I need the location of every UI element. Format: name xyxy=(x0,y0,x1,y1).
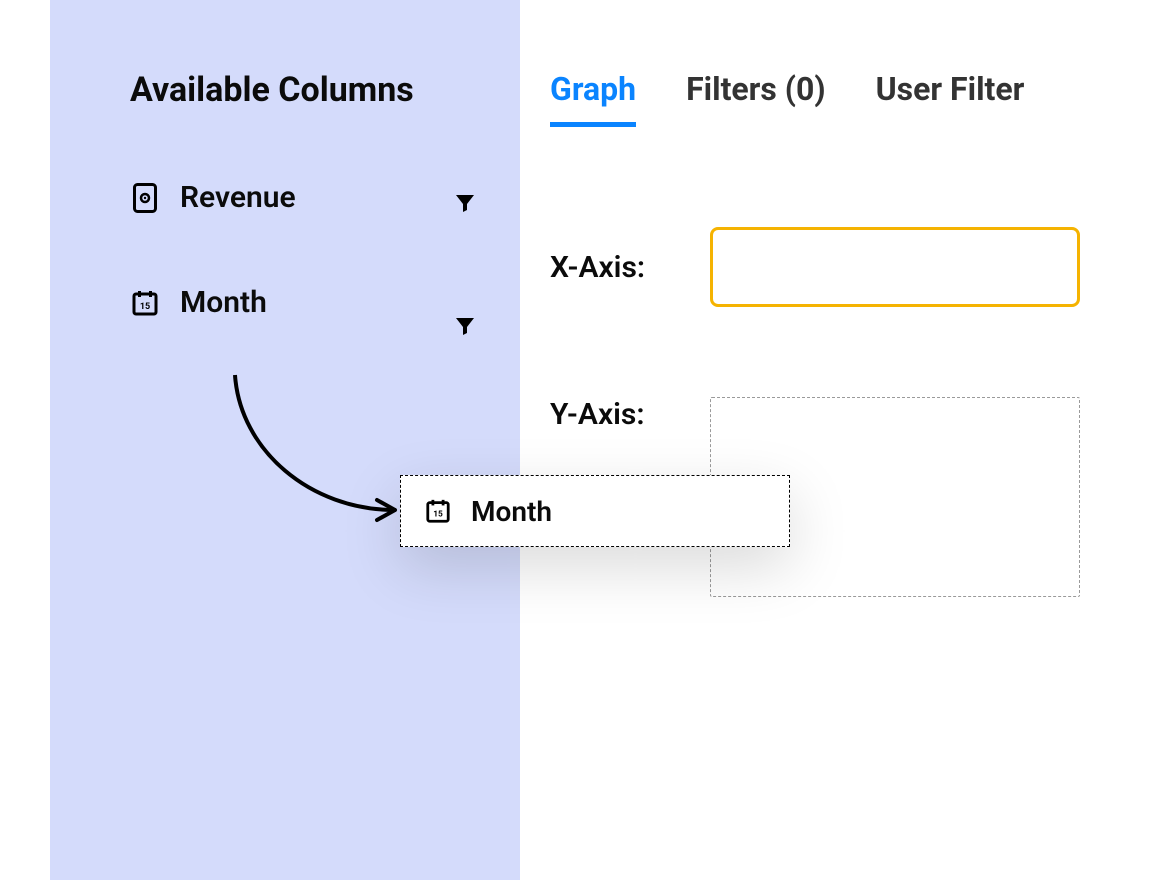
tab-graph[interactable]: Graph xyxy=(550,70,636,127)
chart-builder: Available Columns Revenue 15 xyxy=(0,0,1150,880)
filter-icon[interactable] xyxy=(448,309,482,343)
svg-text:15: 15 xyxy=(140,302,150,312)
money-icon xyxy=(130,183,160,213)
x-axis-row: X-Axis: xyxy=(550,227,1110,307)
column-label: Revenue xyxy=(180,180,472,215)
x-axis-dropzone[interactable] xyxy=(710,227,1080,307)
y-axis-label: Y-Axis: xyxy=(550,397,710,432)
config-panel: Graph Filters (0) User Filter X-Axis: Y-… xyxy=(520,0,1150,880)
tab-user-filter[interactable]: User Filter xyxy=(876,70,1025,127)
available-columns-title: Available Columns xyxy=(130,70,472,110)
x-axis-label: X-Axis: xyxy=(550,250,710,285)
calendar-icon: 15 xyxy=(130,288,160,318)
filter-icon[interactable] xyxy=(448,186,482,220)
config-tabs: Graph Filters (0) User Filter xyxy=(550,70,1110,127)
tab-filters[interactable]: Filters (0) xyxy=(686,70,826,127)
calendar-icon: 15 xyxy=(423,496,453,526)
column-item-month[interactable]: 15 Month xyxy=(130,285,472,320)
drag-ghost-label: Month xyxy=(471,495,789,528)
available-columns-panel: Available Columns Revenue 15 xyxy=(50,0,520,880)
drag-ghost-month[interactable]: 15 Month xyxy=(400,475,790,547)
svg-text:15: 15 xyxy=(433,510,443,520)
column-label: Month xyxy=(180,285,472,320)
column-item-revenue[interactable]: Revenue xyxy=(130,180,472,215)
